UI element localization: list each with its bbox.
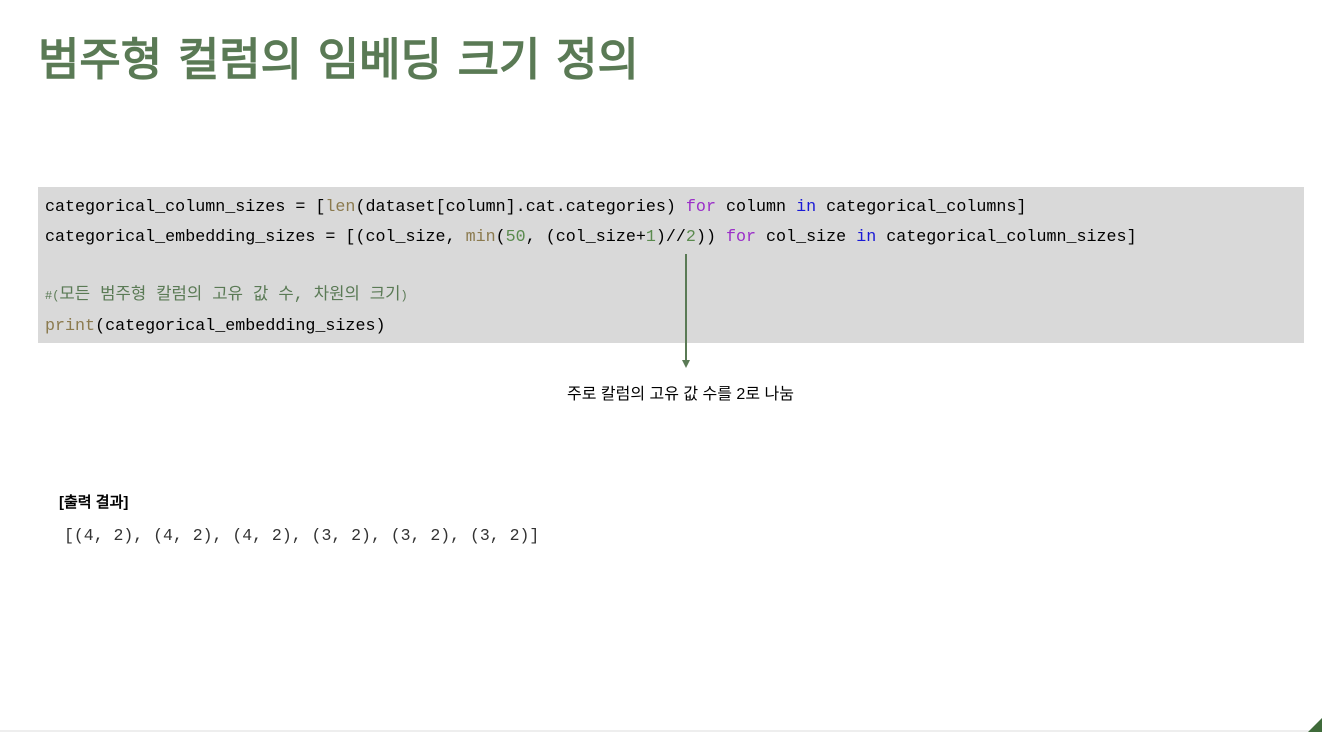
code-line-1: categorical_column_sizes = [len(dataset[… <box>45 198 1026 218</box>
code-text: (dataset[column].cat.categories) <box>355 198 686 217</box>
output-label: [출력 결과] <box>59 494 129 511</box>
number-literal: 2 <box>685 228 696 247</box>
code-text: (categorical_embedding_sizes) <box>95 317 386 336</box>
code-text: , (col_size+ <box>525 228 646 247</box>
corner-accent-icon <box>1308 718 1322 732</box>
builtin-len: len <box>325 198 356 217</box>
slide-title: 범주형 컬럼의 임베딩 크기 정의 <box>38 33 639 86</box>
code-line-print: print(categorical_embedding_sizes) <box>45 317 386 337</box>
code-text: ( <box>495 228 506 247</box>
code-text: )) <box>695 228 726 247</box>
number-literal: 50 <box>505 228 526 247</box>
output-value: [(4, 2), (4, 2), (4, 2), (3, 2), (3, 2),… <box>64 526 540 545</box>
down-arrow-icon <box>682 254 690 368</box>
keyword-for: for <box>685 198 716 217</box>
number-literal: 1 <box>645 228 656 247</box>
builtin-min: min <box>465 228 496 247</box>
code-text: categorical_column_sizes = [ <box>45 198 326 217</box>
code-text: categorical_columns] <box>816 198 1027 217</box>
keyword-in: in <box>796 198 817 217</box>
annotation-note: 주로 칼럼의 고유 값 수를 2로 나눔 <box>567 386 794 403</box>
keyword-in: in <box>856 228 877 247</box>
code-line-2: categorical_embedding_sizes = [(col_size… <box>45 228 1137 248</box>
builtin-print: print <box>45 317 96 336</box>
code-text: categorical_column_sizes] <box>876 228 1137 247</box>
code-text: )// <box>655 228 686 247</box>
code-text: column <box>715 198 797 217</box>
code-comment: #(모든 범주형 칼럼의 고유 값 수, 차원의 크기) <box>45 286 408 306</box>
comment-paren: ) <box>400 289 408 303</box>
code-block: categorical_column_sizes = [len(dataset[… <box>38 187 1304 343</box>
comment-text: 모든 범주형 칼럼의 고유 값 수, 차원의 크기 <box>59 286 401 305</box>
code-text: col_size <box>756 228 857 247</box>
keyword-for: for <box>725 228 757 247</box>
code-text: categorical_embedding_sizes = [(col_size… <box>45 228 466 247</box>
